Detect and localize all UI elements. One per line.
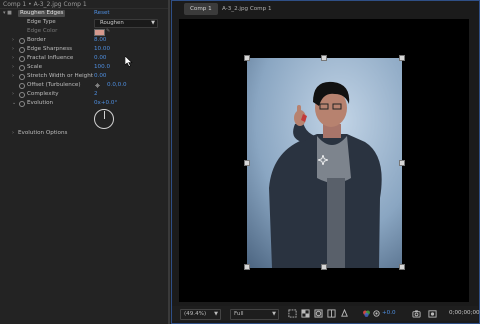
property-edge-sharpness[interactable]: › Edge Sharpness 10.00 [0, 45, 168, 54]
guides-icon[interactable] [327, 309, 336, 318]
transform-handle[interactable] [321, 264, 327, 270]
property-evolution[interactable]: ⌄ Evolution 0x+0.0° [0, 99, 168, 108]
property-label: Offset (Turbulence) [27, 82, 81, 88]
group-label: Evolution Options [18, 130, 68, 136]
effect-toggle[interactable]: ▾ ■ [3, 9, 12, 18]
property-value[interactable]: 0.00 [94, 54, 106, 63]
effect-name[interactable]: Roughen Edges [18, 10, 66, 17]
disclosure-triangle-expanded-icon[interactable]: ⌄ [12, 99, 16, 108]
resolution-dropdown[interactable]: Full ▼ [230, 309, 279, 320]
dropdown-value: Roughen [100, 20, 124, 26]
property-label: Stretch Width or Height [27, 73, 93, 79]
effect-header-row[interactable]: ▾ ■ Roughen Edges Reset [0, 9, 168, 18]
region-of-interest-icon[interactable] [288, 309, 297, 318]
snapshot-icon[interactable] [412, 309, 421, 318]
chevron-down-icon: ▼ [151, 20, 155, 26]
offset-point-icon[interactable] [318, 155, 328, 165]
stopwatch-icon[interactable] [19, 38, 25, 44]
property-complexity[interactable]: › Complexity 2 [0, 90, 168, 99]
angle-dial[interactable] [94, 109, 114, 129]
stopwatch-icon[interactable] [19, 56, 25, 62]
effect-controls-panel: Comp 1 • A-3_2.jpg Comp 1 ▾ ■ Roughen Ed… [0, 0, 170, 324]
transform-handle[interactable] [321, 55, 327, 61]
panel-title: Comp 1 • A-3_2.jpg Comp 1 [3, 1, 87, 8]
property-value[interactable]: 10.00 [94, 45, 110, 54]
property-scale[interactable]: › Scale 100.0 [0, 63, 168, 72]
magnification-dropdown[interactable]: (49.4%) ▼ [180, 309, 221, 320]
transform-handle[interactable] [244, 160, 250, 166]
property-value[interactable]: 0.00 [94, 72, 106, 81]
property-label: Edge Sharpness [27, 46, 73, 52]
reset-exposure-icon[interactable] [372, 309, 381, 318]
property-value[interactable]: 8.00 [94, 36, 106, 45]
property-edge-type[interactable]: Edge Type Roughen ▼ [0, 18, 168, 28]
transparency-grid-icon[interactable] [301, 309, 310, 318]
resolution-value: Full [234, 311, 244, 317]
evolution-options-group[interactable]: › Evolution Options [0, 129, 168, 138]
chevron-down-icon: ▼ [272, 311, 276, 317]
stopwatch-icon[interactable] [19, 74, 25, 80]
stopwatch-icon[interactable] [19, 65, 25, 71]
disclosure-triangle-icon[interactable]: › [12, 36, 14, 45]
property-stretch[interactable]: › Stretch Width or Height 0.00 [0, 72, 168, 81]
stopwatch-icon[interactable] [19, 47, 25, 53]
chevron-down-icon: ▼ [214, 311, 218, 317]
exposure-value[interactable]: +0.0 [382, 309, 396, 318]
property-label: Border [27, 37, 46, 43]
property-border[interactable]: › Border 8.00 [0, 36, 168, 45]
disclosure-triangle-icon[interactable]: › [12, 90, 14, 99]
property-label: Scale [27, 64, 43, 70]
transform-handle[interactable] [399, 160, 405, 166]
stopwatch-icon[interactable] [19, 101, 25, 107]
disclosure-triangle-icon[interactable]: › [12, 45, 14, 54]
current-time-display[interactable]: 0;00;00;00 [449, 309, 480, 318]
property-label: Edge Type [27, 19, 56, 25]
color-management-icon[interactable] [340, 309, 349, 318]
stopwatch-icon[interactable] [19, 92, 25, 98]
property-label: Fractal Influence [27, 55, 74, 61]
property-edge-color[interactable]: Edge Color ✎ [0, 27, 168, 36]
mouse-cursor-icon [125, 56, 133, 67]
disclosure-triangle-icon[interactable]: › [12, 129, 14, 138]
crosshair-icon[interactable] [95, 83, 100, 88]
tab-comp-1[interactable]: Comp 1 [184, 3, 218, 15]
disclosure-triangle-icon[interactable]: › [12, 63, 14, 72]
property-fractal-influence[interactable]: › Fractal Influence 0.00 [0, 54, 168, 63]
property-value[interactable]: 0x+0.0° [94, 99, 117, 108]
property-offset[interactable]: Offset (Turbulence) 0.0,0.0 [0, 81, 168, 90]
mask-visibility-icon[interactable] [314, 309, 323, 318]
property-value[interactable]: 100.0 [94, 63, 110, 72]
property-value[interactable]: 0.0,0.0 [107, 81, 127, 90]
transform-handle[interactable] [399, 55, 405, 61]
zoom-value: (49.4%) [184, 311, 207, 317]
eyedropper-icon[interactable]: ✎ [106, 27, 110, 36]
property-value[interactable]: 2 [94, 90, 98, 99]
property-label: Evolution [27, 100, 54, 106]
property-label: Edge Color [27, 28, 58, 34]
color-swatch[interactable] [94, 29, 105, 36]
disclosure-triangle-icon[interactable]: › [12, 54, 14, 63]
reset-link[interactable]: Reset [94, 9, 110, 18]
show-snapshot-icon[interactable] [428, 309, 437, 318]
property-label: Complexity [27, 91, 59, 97]
transform-handle[interactable] [244, 264, 250, 270]
dial-hand [103, 111, 105, 119]
disclosure-triangle-icon[interactable]: › [12, 72, 14, 81]
transform-handle[interactable] [399, 264, 405, 270]
panel-scrollbar[interactable] [168, 0, 170, 324]
breadcrumb[interactable]: A-3_2.jpg Comp 1 [222, 3, 272, 15]
channel-icon[interactable] [362, 309, 371, 318]
viewer-toolbar: (49.4%) ▼ Full ▼ +0.0 0;00;00;00 [172, 306, 480, 321]
stopwatch-icon[interactable] [19, 83, 25, 89]
transform-handle[interactable] [244, 55, 250, 61]
